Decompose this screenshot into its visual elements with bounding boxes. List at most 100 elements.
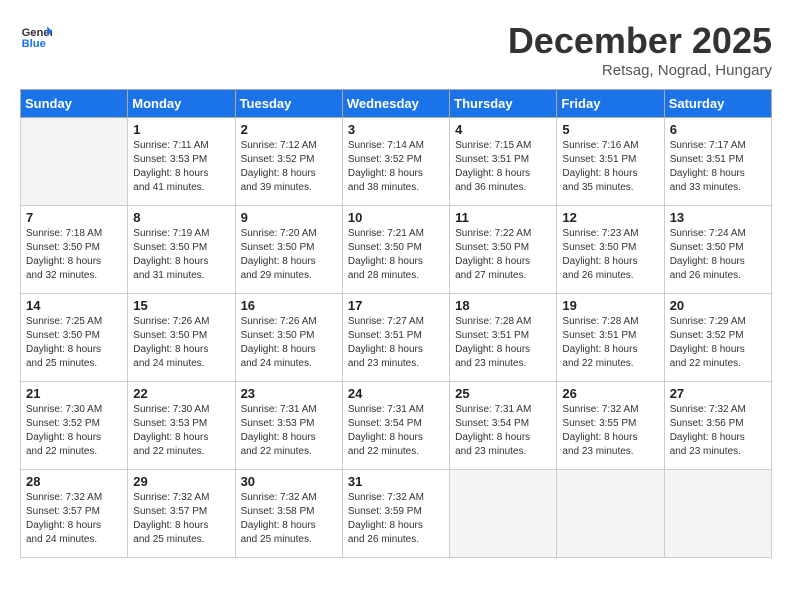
day-number: 18 (455, 298, 551, 313)
col-header-tuesday: Tuesday (235, 90, 342, 118)
col-header-saturday: Saturday (664, 90, 771, 118)
day-number: 11 (455, 210, 551, 225)
cell-info: Sunrise: 7:26 AM Sunset: 3:50 PM Dayligh… (241, 315, 337, 371)
cell-info: Sunrise: 7:31 AM Sunset: 3:53 PM Dayligh… (241, 403, 337, 459)
cell-info: Sunrise: 7:12 AM Sunset: 3:52 PM Dayligh… (241, 139, 337, 195)
cell-info: Sunrise: 7:14 AM Sunset: 3:52 PM Dayligh… (348, 139, 444, 195)
cell-info: Sunrise: 7:16 AM Sunset: 3:51 PM Dayligh… (562, 139, 658, 195)
cell-info: Sunrise: 7:22 AM Sunset: 3:50 PM Dayligh… (455, 227, 551, 283)
cell-info: Sunrise: 7:26 AM Sunset: 3:50 PM Dayligh… (133, 315, 229, 371)
calendar-cell: 13 Sunrise: 7:24 AM Sunset: 3:50 PM Dayli… (664, 206, 771, 294)
cell-info: Sunrise: 7:28 AM Sunset: 3:51 PM Dayligh… (455, 315, 551, 371)
cell-info: Sunrise: 7:32 AM Sunset: 3:56 PM Dayligh… (670, 403, 766, 459)
svg-text:Blue: Blue (22, 38, 46, 50)
cell-info: Sunrise: 7:29 AM Sunset: 3:52 PM Dayligh… (670, 315, 766, 371)
calendar-cell: 1 Sunrise: 7:11 AM Sunset: 3:53 PM Daylig… (128, 118, 235, 206)
cell-info: Sunrise: 7:19 AM Sunset: 3:50 PM Dayligh… (133, 227, 229, 283)
day-number: 19 (562, 298, 658, 313)
day-number: 20 (670, 298, 766, 313)
cell-info: Sunrise: 7:28 AM Sunset: 3:51 PM Dayligh… (562, 315, 658, 371)
day-number: 16 (241, 298, 337, 313)
cell-info: Sunrise: 7:27 AM Sunset: 3:51 PM Dayligh… (348, 315, 444, 371)
calendar-cell: 18 Sunrise: 7:28 AM Sunset: 3:51 PM Dayli… (450, 294, 557, 382)
col-header-sunday: Sunday (21, 90, 128, 118)
calendar-cell: 4Sunrise: 7:15 AM Sunset: 3:51 PM Daylig… (450, 118, 557, 206)
day-number: 27 (670, 386, 766, 401)
day-number: 23 (241, 386, 337, 401)
cell-info: Sunrise: 7:31 AM Sunset: 3:54 PM Dayligh… (455, 403, 551, 459)
day-number: 2 (241, 122, 337, 137)
day-number: 13 (670, 210, 766, 225)
cell-info: Sunrise: 7:18 AM Sunset: 3:50 PM Dayligh… (26, 227, 122, 283)
calendar-cell: 23 Sunrise: 7:31 AM Sunset: 3:53 PM Dayli… (235, 382, 342, 470)
calendar-cell: 15Sunrise: 7:26 AM Sunset: 3:50 PM Dayli… (128, 294, 235, 382)
week-row-3: 14 Sunrise: 7:25 AM Sunset: 3:50 PM Dayli… (21, 294, 772, 382)
day-number: 5 (562, 122, 658, 137)
calendar-cell (450, 470, 557, 558)
day-number: 29 (133, 474, 229, 489)
calendar-cell: 20 Sunrise: 7:29 AM Sunset: 3:52 PM Dayli… (664, 294, 771, 382)
day-number: 26 (562, 386, 658, 401)
cell-info: Sunrise: 7:32 AM Sunset: 3:57 PM Dayligh… (26, 491, 122, 547)
calendar-cell (21, 118, 128, 206)
day-number: 17 (348, 298, 444, 313)
cell-info: Sunrise: 7:32 AM Sunset: 3:59 PM Dayligh… (348, 491, 444, 547)
day-number: 10 (348, 210, 444, 225)
page-header: General Blue December 2025 Retsag, Nogra… (20, 20, 772, 79)
cell-info: Sunrise: 7:32 AM Sunset: 3:58 PM Dayligh… (241, 491, 337, 547)
col-header-thursday: Thursday (450, 90, 557, 118)
day-number: 31 (348, 474, 444, 489)
cell-info: Sunrise: 7:23 AM Sunset: 3:50 PM Dayligh… (562, 227, 658, 283)
month-title: December 2025 (508, 20, 772, 62)
cell-info: Sunrise: 7:25 AM Sunset: 3:50 PM Dayligh… (26, 315, 122, 371)
calendar-cell: 11 Sunrise: 7:22 AM Sunset: 3:50 PM Dayli… (450, 206, 557, 294)
calendar-cell: 14 Sunrise: 7:25 AM Sunset: 3:50 PM Dayli… (21, 294, 128, 382)
calendar-cell: 28 Sunrise: 7:32 AM Sunset: 3:57 PM Dayli… (21, 470, 128, 558)
calendar-cell: 26Sunrise: 7:32 AM Sunset: 3:55 PM Dayli… (557, 382, 664, 470)
calendar-cell: 17 Sunrise: 7:27 AM Sunset: 3:51 PM Dayli… (342, 294, 449, 382)
calendar-cell: 9Sunrise: 7:20 AM Sunset: 3:50 PM Daylig… (235, 206, 342, 294)
week-row-4: 21 Sunrise: 7:30 AM Sunset: 3:52 PM Dayli… (21, 382, 772, 470)
calendar-cell: 30 Sunrise: 7:32 AM Sunset: 3:58 PM Dayli… (235, 470, 342, 558)
day-number: 7 (26, 210, 122, 225)
calendar-cell: 6Sunrise: 7:17 AM Sunset: 3:51 PM Daylig… (664, 118, 771, 206)
day-number: 21 (26, 386, 122, 401)
cell-info: Sunrise: 7:30 AM Sunset: 3:52 PM Dayligh… (26, 403, 122, 459)
calendar-cell (557, 470, 664, 558)
calendar-cell: 8 Sunrise: 7:19 AM Sunset: 3:50 PM Daylig… (128, 206, 235, 294)
calendar-cell: 25 Sunrise: 7:31 AM Sunset: 3:54 PM Dayli… (450, 382, 557, 470)
day-number: 25 (455, 386, 551, 401)
week-row-5: 28 Sunrise: 7:32 AM Sunset: 3:57 PM Dayli… (21, 470, 772, 558)
day-number: 14 (26, 298, 122, 313)
day-number: 30 (241, 474, 337, 489)
day-number: 1 (133, 122, 229, 137)
cell-info: Sunrise: 7:17 AM Sunset: 3:51 PM Dayligh… (670, 139, 766, 195)
day-number: 9 (241, 210, 337, 225)
calendar-cell: 19 Sunrise: 7:28 AM Sunset: 3:51 PM Dayli… (557, 294, 664, 382)
calendar-cell: 21 Sunrise: 7:30 AM Sunset: 3:52 PM Dayli… (21, 382, 128, 470)
cell-info: Sunrise: 7:24 AM Sunset: 3:50 PM Dayligh… (670, 227, 766, 283)
calendar-cell: 2 Sunrise: 7:12 AM Sunset: 3:52 PM Daylig… (235, 118, 342, 206)
calendar-cell: 3 Sunrise: 7:14 AM Sunset: 3:52 PM Daylig… (342, 118, 449, 206)
calendar-header-row: SundayMondayTuesdayWednesdayThursdayFrid… (21, 90, 772, 118)
day-number: 8 (133, 210, 229, 225)
cell-info: Sunrise: 7:11 AM Sunset: 3:53 PM Dayligh… (133, 139, 229, 195)
day-number: 28 (26, 474, 122, 489)
calendar-cell: 5 Sunrise: 7:16 AM Sunset: 3:51 PM Daylig… (557, 118, 664, 206)
logo-icon: General Blue (20, 20, 52, 52)
cell-info: Sunrise: 7:31 AM Sunset: 3:54 PM Dayligh… (348, 403, 444, 459)
calendar-table: SundayMondayTuesdayWednesdayThursdayFrid… (20, 89, 772, 558)
day-number: 3 (348, 122, 444, 137)
week-row-2: 7 Sunrise: 7:18 AM Sunset: 3:50 PM Daylig… (21, 206, 772, 294)
calendar-cell: 22Sunrise: 7:30 AM Sunset: 3:53 PM Dayli… (128, 382, 235, 470)
location-subtitle: Retsag, Nograd, Hungary (508, 62, 772, 79)
calendar-cell: 12Sunrise: 7:23 AM Sunset: 3:50 PM Dayli… (557, 206, 664, 294)
title-block: December 2025 Retsag, Nograd, Hungary (508, 20, 772, 79)
cell-info: Sunrise: 7:15 AM Sunset: 3:51 PM Dayligh… (455, 139, 551, 195)
calendar-cell: 16 Sunrise: 7:26 AM Sunset: 3:50 PM Dayli… (235, 294, 342, 382)
day-number: 24 (348, 386, 444, 401)
col-header-friday: Friday (557, 90, 664, 118)
cell-info: Sunrise: 7:21 AM Sunset: 3:50 PM Dayligh… (348, 227, 444, 283)
cell-info: Sunrise: 7:30 AM Sunset: 3:53 PM Dayligh… (133, 403, 229, 459)
col-header-wednesday: Wednesday (342, 90, 449, 118)
